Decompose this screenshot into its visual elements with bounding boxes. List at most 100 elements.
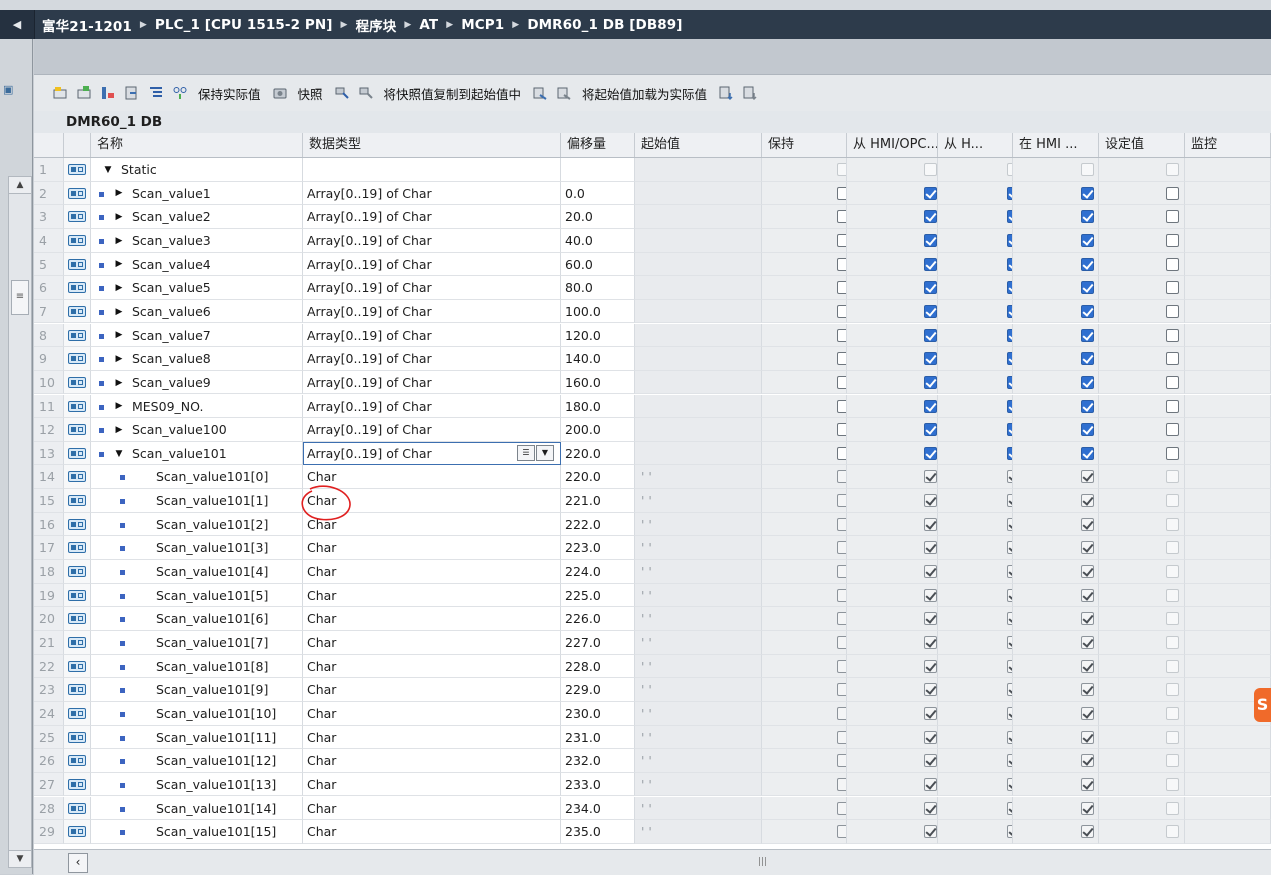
table-row[interactable]: 10 ▶ Scan_value9 Array[0..19] of Char 160.0 — [34, 370, 1271, 395]
column-header[interactable]: 从 HMI/OPC... — [847, 133, 938, 157]
checkbox-checked[interactable] — [924, 754, 937, 768]
checkbox-checked[interactable] — [924, 517, 937, 531]
table-row[interactable]: 25 Scan_value101[11] Char 231.0 ' ' — [34, 725, 1271, 750]
column-header[interactable]: 数据类型 — [303, 133, 561, 157]
expand-triangle-icon[interactable]: ▶ — [112, 324, 126, 346]
checkbox-checked[interactable] — [1081, 565, 1094, 579]
checkbox-checked[interactable] — [1081, 706, 1094, 720]
data-type-cell[interactable] — [303, 158, 561, 182]
table-row[interactable]: 2 ▶ Scan_value1 Array[0..19] of Char 0.0 — [34, 181, 1271, 206]
column-header[interactable]: 监控 — [1185, 133, 1271, 157]
checkbox[interactable] — [837, 706, 846, 720]
copy-snapshot-icon-b[interactable] — [358, 85, 374, 101]
checkbox[interactable] — [1166, 186, 1179, 200]
expand-all-icon[interactable] — [100, 85, 116, 101]
table-row[interactable]: 3 ▶ Scan_value2 Array[0..19] of Char 20.0 — [34, 205, 1271, 229]
table-row[interactable]: 13 ▼ Scan_value101 Array[0..19] of Char ☰ ▼ 22… — [34, 441, 1271, 466]
type-list-icon[interactable]: ☰ — [517, 444, 535, 461]
start-value-cell[interactable]: ' ' — [635, 796, 762, 821]
checkbox[interactable] — [1166, 446, 1179, 460]
data-type-cell[interactable]: Array[0..19] of Char — [303, 181, 561, 206]
start-value-cell[interactable] — [635, 205, 762, 229]
checkbox-checked[interactable] — [924, 683, 937, 697]
data-type-cell[interactable]: Array[0..19] of Char — [303, 276, 561, 300]
expand-triangle-icon[interactable]: ▶ — [112, 182, 126, 204]
download-icon-b[interactable] — [742, 85, 758, 101]
checkbox[interactable] — [837, 636, 846, 649]
table-row[interactable]: 12 ▶ Scan_value100 Array[0..19] of Char 200.… — [34, 418, 1271, 442]
checkbox-checked[interactable] — [924, 257, 937, 271]
data-type-cell[interactable]: Array[0..19] of Char — [303, 228, 561, 253]
name-cell[interactable]: Scan_value101[5] — [91, 583, 303, 608]
checkbox-checked[interactable] — [924, 446, 937, 460]
start-value-cell[interactable]: ' ' — [635, 725, 762, 750]
name-cell[interactable]: Scan_value101[11] — [91, 725, 303, 750]
data-type-cell[interactable]: Char — [303, 820, 561, 844]
checkbox-checked[interactable] — [1081, 777, 1094, 791]
checkbox-checked[interactable] — [924, 423, 937, 437]
checkbox-checked[interactable] — [1081, 423, 1094, 437]
checkbox-checked[interactable] — [924, 612, 937, 626]
name-cell[interactable]: ▼ Static — [91, 158, 303, 182]
name-cell[interactable]: Scan_value101[2] — [91, 512, 303, 537]
data-type-cell[interactable]: Char — [303, 772, 561, 797]
checkbox[interactable] — [1166, 423, 1179, 437]
checkbox-checked[interactable] — [1081, 352, 1094, 366]
breadcrumb-item[interactable]: 程序块 — [356, 15, 397, 35]
checkbox-checked[interactable] — [924, 399, 937, 413]
name-cell[interactable]: ▶ Scan_value3 — [91, 228, 303, 253]
checkbox[interactable] — [837, 186, 846, 200]
data-type-cell[interactable]: Array[0..19] of Char ☰ ▼ — [303, 441, 561, 466]
checkbox[interactable] — [837, 588, 846, 602]
data-type-cell[interactable]: Array[0..19] of Char — [303, 323, 561, 348]
expand-triangle-icon[interactable]: ▶ — [112, 206, 126, 228]
checkbox[interactable] — [1166, 281, 1179, 295]
snapshot-button[interactable]: 快照 — [298, 84, 323, 103]
table-row[interactable]: 14 Scan_value101[0] Char 220.0 ' ' — [34, 465, 1271, 490]
breadcrumb-item[interactable]: DMR60_1 DB [DB89] — [527, 17, 682, 33]
expand-triangle-icon[interactable]: ▶ — [112, 230, 126, 252]
table-row[interactable]: 9 ▶ Scan_value8 Array[0..19] of Char 140.0 — [34, 347, 1271, 371]
table-row[interactable]: 28 Scan_value101[14] Char 234.0 ' ' — [34, 796, 1271, 821]
column-header[interactable]: 起始值 — [635, 133, 762, 157]
expand-triangle-icon[interactable]: ▶ — [112, 348, 126, 370]
table-row[interactable]: 4 ▶ Scan_value3 Array[0..19] of Char 40.0 — [34, 228, 1271, 253]
table-row[interactable]: 16 Scan_value101[2] Char 222.0 ' ' — [34, 512, 1271, 537]
data-type-cell[interactable]: Char — [303, 654, 561, 679]
table-row[interactable]: 6 ▶ Scan_value5 Array[0..19] of Char 80.0 — [34, 276, 1271, 300]
checkbox-checked[interactable] — [924, 801, 937, 815]
data-type-cell[interactable]: Array[0..19] of Char — [303, 370, 561, 395]
checkbox-checked[interactable] — [1081, 541, 1094, 555]
list-view-icon[interactable] — [148, 85, 164, 101]
start-value-cell[interactable] — [635, 418, 762, 442]
start-value-cell[interactable] — [635, 181, 762, 206]
data-type-cell[interactable]: Char — [303, 607, 561, 631]
left-scrollbar[interactable]: ▲ ≡ ▼ — [8, 176, 32, 868]
breadcrumb-item[interactable]: MCP1 — [461, 17, 504, 33]
checkbox-checked[interactable] — [1081, 233, 1094, 247]
scroll-thumb[interactable]: ≡ — [11, 280, 29, 315]
checkbox-checked[interactable] — [1081, 399, 1094, 413]
checkbox[interactable] — [837, 257, 846, 271]
checkbox-checked[interactable] — [1081, 375, 1094, 389]
expand-triangle-icon[interactable]: ▶ — [112, 277, 126, 299]
data-type-cell[interactable]: Array[0..19] of Char — [303, 418, 561, 442]
checkbox[interactable] — [837, 328, 846, 342]
name-cell[interactable]: Scan_value101[10] — [91, 701, 303, 726]
checkbox[interactable] — [837, 754, 846, 768]
name-cell[interactable]: ▶ Scan_value7 — [91, 323, 303, 348]
start-value-cell[interactable] — [635, 252, 762, 277]
name-cell[interactable]: Scan_value101[15] — [91, 820, 303, 844]
expand-triangle-icon[interactable]: ▶ — [112, 301, 126, 323]
checkbox[interactable] — [1166, 328, 1179, 342]
checkbox-checked[interactable] — [924, 186, 937, 200]
checkbox-checked[interactable] — [924, 210, 937, 224]
name-cell[interactable]: ▶ Scan_value6 — [91, 299, 303, 324]
data-type-cell[interactable]: Char — [303, 796, 561, 821]
monitor-glasses-icon[interactable] — [172, 85, 188, 101]
start-value-cell[interactable] — [635, 299, 762, 324]
start-value-cell[interactable]: ' ' — [635, 512, 762, 537]
start-value-cell[interactable] — [635, 394, 762, 419]
start-value-cell[interactable] — [635, 158, 762, 182]
checkbox-checked[interactable] — [924, 304, 937, 318]
